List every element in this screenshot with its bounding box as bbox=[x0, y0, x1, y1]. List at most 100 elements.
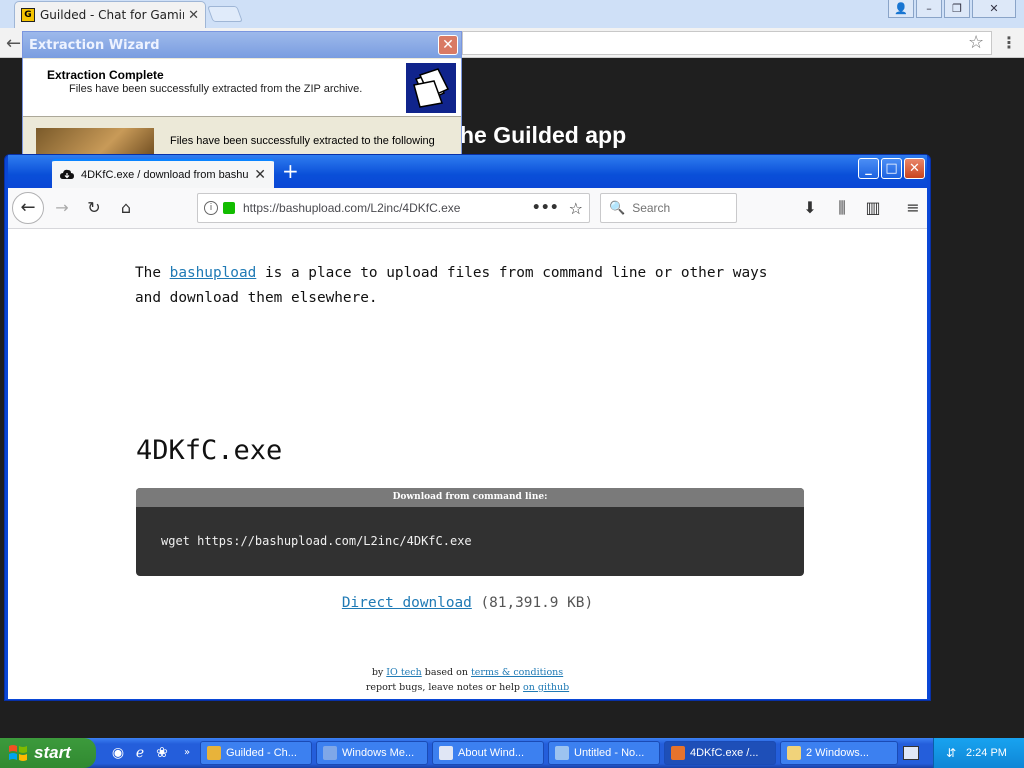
wizard-side-image bbox=[36, 128, 154, 155]
command-box-header: Download from command line: bbox=[136, 488, 804, 507]
taskbar-item-firefox[interactable]: 4DKfC.exe /... bbox=[664, 741, 776, 765]
reload-icon[interactable]: ↻ bbox=[82, 196, 106, 220]
library-icon[interactable]: ⫼ bbox=[830, 196, 854, 220]
bashupload-link[interactable]: bashupload bbox=[170, 265, 257, 281]
search-icon: 🔍 bbox=[609, 200, 626, 216]
footer-by: by bbox=[371, 667, 387, 678]
direct-download-row: Direct download (81,391.9 KB) bbox=[8, 595, 927, 611]
media-player-icon bbox=[323, 746, 337, 760]
close-button[interactable]: ✕ bbox=[972, 0, 1016, 18]
page-footer: by IO tech based on terms & conditions r… bbox=[8, 665, 927, 695]
window-icon bbox=[439, 746, 453, 760]
task-label: 4DKfC.exe /... bbox=[690, 747, 759, 759]
url-bar[interactable]: i https://bashupload.com/L2inc/4DKfC.exe… bbox=[197, 193, 590, 223]
wizard-titlebar[interactable]: Extraction Wizard bbox=[23, 32, 461, 58]
system-tray: ⇵ 2:24 PM bbox=[933, 738, 1024, 768]
back-arrow-icon[interactable]: ← bbox=[6, 33, 21, 54]
terms-link[interactable]: terms & conditions bbox=[471, 667, 563, 678]
info-icon[interactable]: i bbox=[204, 201, 218, 215]
file-size: (81,391.9 KB) bbox=[471, 595, 594, 611]
intro-text-before: The bbox=[135, 265, 170, 281]
maximize-button[interactable]: □ bbox=[881, 158, 902, 179]
task-label: About Wind... bbox=[458, 747, 525, 759]
start-label: start bbox=[34, 743, 71, 762]
firefox-tab-label: 4DKfC.exe / download from bashu bbox=[81, 168, 249, 181]
taskbar-item-windows-explorer[interactable]: 2 Windows... bbox=[780, 741, 898, 765]
firefox-titlebar[interactable]: 4DKfC.exe / download from bashu ✕ + _ □ … bbox=[8, 155, 927, 188]
footer-report: report bugs, leave notes or help bbox=[365, 682, 524, 693]
user-icon[interactable]: 👤 bbox=[888, 0, 914, 18]
close-button[interactable]: ✕ bbox=[904, 158, 925, 179]
sidebar-icon[interactable]: ▥ bbox=[861, 196, 885, 220]
page-actions-icon[interactable]: ••• bbox=[532, 200, 559, 216]
task-label: Guilded - Ch... bbox=[226, 747, 297, 759]
taskbar-item-guilded[interactable]: Guilded - Ch... bbox=[200, 741, 312, 765]
taskbar-item-notepad[interactable]: Untitled - No... bbox=[548, 741, 660, 765]
guilded-favicon-icon: G bbox=[21, 8, 35, 22]
guilded-page-heading: he Guilded app bbox=[460, 122, 627, 148]
start-button[interactable]: start bbox=[0, 738, 96, 768]
folder-documents-icon bbox=[406, 63, 456, 113]
search-input[interactable]: 🔍 Search bbox=[600, 193, 737, 223]
file-name-heading: 4DKfC.exe bbox=[136, 435, 283, 466]
folder-icon bbox=[787, 746, 801, 760]
download-icon[interactable]: ⬇ bbox=[798, 196, 822, 220]
taskbar-item-windows-media[interactable]: Windows Me... bbox=[316, 741, 428, 765]
page-content: The bashupload is a place to upload file… bbox=[8, 229, 927, 699]
notepad-icon bbox=[555, 746, 569, 760]
chrome-menu-icon[interactable]: ⋮ bbox=[1001, 33, 1017, 52]
chrome-tab-label: Guilded - Chat for Gaming Co bbox=[40, 8, 184, 22]
hamburger-menu-icon[interactable]: ≡ bbox=[901, 196, 925, 220]
firefox-window-controls: _ □ ✕ bbox=[858, 158, 925, 179]
network-icon[interactable]: ⇵ bbox=[944, 746, 958, 760]
footer-based: based on bbox=[421, 667, 471, 678]
keyboard-icon[interactable] bbox=[903, 746, 919, 760]
restore-button[interactable]: ❐ bbox=[944, 0, 970, 18]
chrome-window-controls: 👤 – ❐ ✕ bbox=[888, 0, 1016, 18]
io-tech-link[interactable]: IO tech bbox=[386, 667, 421, 678]
extraction-wizard-dialog: Extraction Wizard ✕ Extraction Complete … bbox=[22, 31, 462, 156]
close-icon[interactable]: ✕ bbox=[188, 8, 199, 23]
task-label: 2 Windows... bbox=[806, 747, 869, 759]
wizard-header-title: Extraction Complete bbox=[47, 68, 164, 82]
windows-logo-icon bbox=[9, 745, 27, 761]
wizard-body: Files have been successfully extracted t… bbox=[23, 118, 461, 155]
forward-arrow-icon[interactable]: → bbox=[50, 196, 74, 220]
wizard-header-subtitle: Files have been successfully extracted f… bbox=[69, 83, 363, 95]
minimize-button[interactable]: – bbox=[916, 0, 942, 18]
explorer-quicklaunch-icon[interactable]: ❀ bbox=[153, 744, 171, 762]
clock[interactable]: 2:24 PM bbox=[966, 747, 1007, 759]
taskbar-item-about-windows[interactable]: About Wind... bbox=[432, 741, 544, 765]
chrome-omnibox[interactable] bbox=[462, 31, 992, 55]
bookmark-star-icon[interactable]: ☆ bbox=[968, 32, 984, 53]
direct-download-link[interactable]: Direct download bbox=[342, 595, 472, 611]
wizard-header: Extraction Complete Files have been succ… bbox=[23, 59, 461, 117]
quicklaunch-overflow-icon[interactable]: » bbox=[178, 744, 196, 762]
firefox-icon bbox=[671, 746, 685, 760]
close-icon[interactable]: ✕ bbox=[254, 167, 266, 183]
wget-command[interactable]: wget https://bashupload.com/L2inc/4DKfC.… bbox=[161, 534, 472, 548]
ie-quicklaunch-icon[interactable]: ℯ bbox=[131, 744, 149, 762]
wizard-title: Extraction Wizard bbox=[29, 37, 160, 53]
minimize-button[interactable]: _ bbox=[858, 158, 879, 179]
bookmark-star-icon[interactable]: ☆ bbox=[569, 199, 583, 218]
chrome-quicklaunch-icon[interactable]: ◉ bbox=[109, 744, 127, 762]
github-link[interactable]: on github bbox=[523, 682, 569, 693]
chrome-new-tab-button[interactable] bbox=[207, 6, 243, 22]
wizard-close-button[interactable]: ✕ bbox=[438, 35, 458, 55]
firefox-tab-active[interactable]: 4DKfC.exe / download from bashu ✕ bbox=[52, 159, 274, 188]
lock-icon[interactable] bbox=[223, 202, 235, 214]
home-icon[interactable]: ⌂ bbox=[114, 196, 138, 220]
firefox-navigation-toolbar: ← → ↻ ⌂ i https://bashupload.com/L2inc/4… bbox=[8, 188, 927, 229]
new-tab-plus-icon[interactable]: + bbox=[282, 159, 299, 183]
search-placeholder: Search bbox=[632, 201, 671, 215]
chrome-tab-guilded[interactable]: G Guilded - Chat for Gaming Co ✕ bbox=[14, 1, 206, 28]
taskbar: start ◉ ℯ ❀ » Guilded - Ch... Windows Me… bbox=[0, 738, 1024, 768]
task-label: Untitled - No... bbox=[574, 747, 645, 759]
back-arrow-icon[interactable]: ← bbox=[12, 192, 44, 224]
wizard-body-text: Files have been successfully extracted t… bbox=[170, 135, 435, 147]
task-label: Windows Me... bbox=[342, 747, 415, 759]
chrome-tab-strip: G Guilded - Chat for Gaming Co ✕ 👤 – ❐ ✕ bbox=[0, 0, 1024, 28]
firefox-window: 4DKfC.exe / download from bashu ✕ + _ □ … bbox=[4, 154, 931, 701]
url-text[interactable]: https://bashupload.com/L2inc/4DKfC.exe bbox=[243, 201, 532, 215]
